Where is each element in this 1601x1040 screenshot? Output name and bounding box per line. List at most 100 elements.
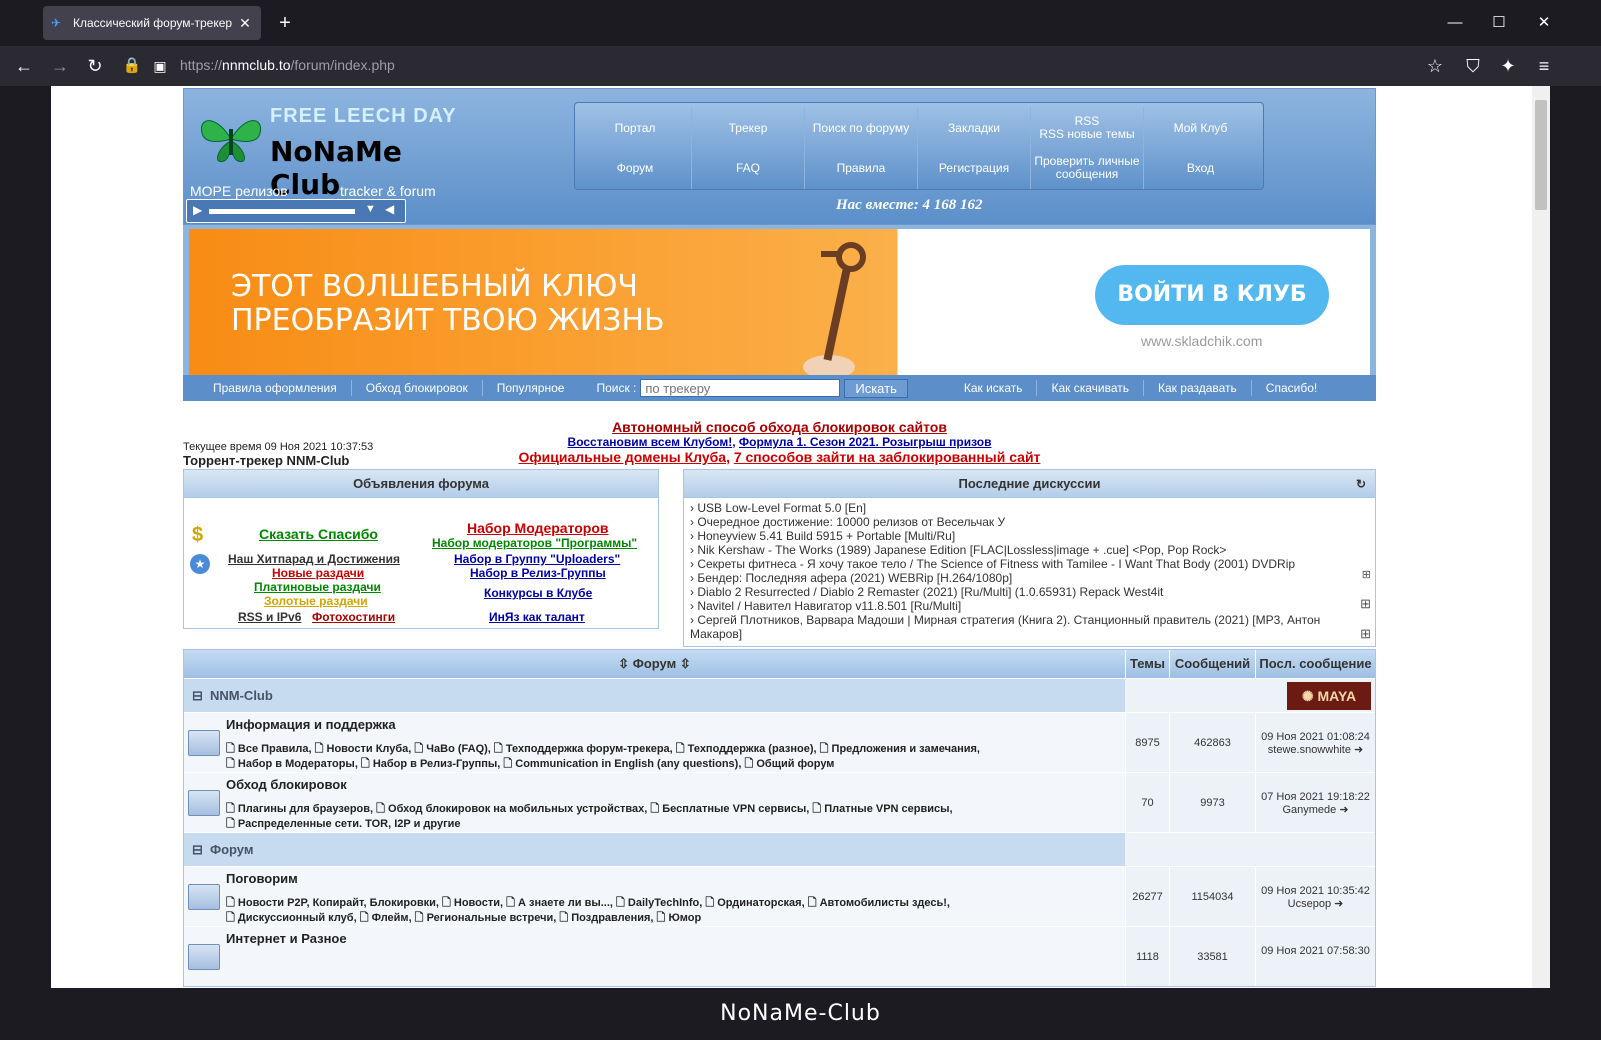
bookmark-star-icon[interactable]: ☆ [1421,52,1449,80]
news-link-domains[interactable]: Официальные домены Клуба [519,449,727,465]
expand-icon[interactable]: ⊞ [1360,596,1371,612]
discussion-item[interactable]: › Diablo 2 Resurrected / Diablo 2 Remast… [690,585,1369,599]
browser-tab[interactable]: ✈ Классический форум-трекер ✕ [43,6,261,40]
menu-how-seed[interactable]: Как раздавать [1144,381,1251,395]
extensions-icon[interactable]: ✦ [1494,52,1522,80]
nav-forum-search[interactable]: Поиск по форуму [805,107,918,149]
nav-my-club[interactable]: Мой Клуб [1144,107,1257,149]
forum-row: Интернет и Разное 1118 33581 09 Ноя 2021… [184,926,1375,986]
link-uploaders[interactable]: Набор в Группу "Uploaders" [454,552,620,566]
back-icon[interactable]: ← [10,52,38,80]
close-tab-icon[interactable]: ✕ [237,15,253,32]
menu-icon[interactable]: ≡ [1530,52,1558,80]
new-tab-button[interactable]: + [272,10,298,36]
category-name[interactable]: Форум [184,833,1125,867]
menu-how-search[interactable]: Как искать [950,381,1037,395]
link-new-releases[interactable]: Новые раздачи [272,566,364,580]
link-platinum[interactable]: Платиновые раздачи [254,580,381,594]
minimize-button[interactable]: — [1433,8,1477,38]
discussion-item[interactable]: › USB Low-Level Format 5.0 [En] [690,501,1369,515]
scroll-thumb[interactable] [1535,100,1547,210]
vertical-scrollbar[interactable] [1532,86,1550,988]
dropdown-icon[interactable]: ▼ [365,203,376,215]
link-mod-recruit[interactable]: Набор Модераторов [467,520,609,536]
nav-bookmarks[interactable]: Закладки [918,107,1031,149]
link-languages[interactable]: ИнЯз как талант [489,610,585,624]
category-row[interactable]: NNM-Club ✺ MAYA [184,678,1375,713]
link-gold[interactable]: Золотые раздачи [264,594,368,608]
search-button[interactable]: Искать [844,378,908,398]
last-post-user[interactable]: Ucsepop [1288,898,1331,910]
discussion-item[interactable]: › Секреты фитнеса - Я хочу такое тело / … [690,557,1369,571]
nav-forum[interactable]: Форум [579,147,692,189]
discussion-item[interactable]: › Navitel / Навител Навигатор v11.8.501 … [690,599,1369,613]
subforum-list[interactable]: 🗋 Плагины для браузеров, 🗋 Обход блокиро… [226,802,1121,832]
link-hitparade[interactable]: Наш Хитпарад и Достижения [228,552,400,566]
link-rss-ipv6[interactable]: RSS и IPv6 [238,610,301,624]
nav-login[interactable]: Вход [1144,147,1257,189]
category-row[interactable]: Форум [184,832,1375,867]
expand-icon[interactable]: ⊞ [1362,568,1371,581]
link-mod-programs[interactable]: Набор модераторов "Программы" [432,536,637,550]
radio-player[interactable]: ▶ ▼ ◀ [186,199,406,223]
shield-icon[interactable]: ⛉ [1459,52,1487,80]
goto-post-icon[interactable]: ➜ [1334,898,1343,910]
discussion-item[interactable]: › Бендер: Последняя афера (2021) WEBRip … [690,571,1369,585]
forum-name[interactable]: Информация и поддержка [226,717,1121,732]
forum-name[interactable]: Поговорим [226,871,1121,886]
subforum-list[interactable]: 🗋 Новости P2P, Копирайт, Блокировки, 🗋 Н… [226,896,1121,926]
discussion-item[interactable]: › Honeyview 5.41 Build 5915 + Portable [… [690,529,1369,543]
enter-club-button[interactable]: ВОЙТИ В КЛУБ [1095,265,1329,325]
maximize-button[interactable]: ☐ [1477,8,1521,38]
posts-count: 33581 [1169,927,1255,986]
reload-icon[interactable]: ↻ [81,52,109,80]
discussion-item[interactable]: › Очередное достижение: 10000 релизов от… [690,515,1369,529]
tracker-title: Торрент-трекер NNM-Club [183,453,350,468]
last-post-user[interactable]: stewe.snowwhite [1268,744,1351,756]
menu-bypass[interactable]: Обход блокировок [352,381,482,395]
expand-icon[interactable]: ⊞ [1360,626,1371,642]
link-say-thanks[interactable]: Сказать Спасибо [259,526,378,542]
category-name[interactable]: NNM-Club [184,679,1125,713]
news-link-7ways[interactable]: 7 способов зайти на заблокированный сайт [734,449,1041,465]
site-logo[interactable]: FREE LEECH DAY NoNaMe Club МОРЕ релизов … [188,99,460,201]
forum-name[interactable]: Обход блокировок [226,777,1121,792]
free-leech-label: FREE LEECH DAY [270,105,457,127]
close-window-button[interactable]: ✕ [1522,8,1566,38]
forum-name[interactable]: Интернет и Разное [226,931,1121,946]
tracker-search-input[interactable] [640,379,841,397]
nav-check-pm[interactable]: Проверить личные сообщения [1031,147,1144,189]
discussion-item[interactable]: › Сергей Плотников, Варвара Мадоши | Мир… [690,613,1369,641]
menu-popular[interactable]: Популярное [483,381,579,395]
nav-rules[interactable]: Правила [805,147,918,189]
volume-slider[interactable] [209,209,355,214]
link-photohosting[interactable]: Фотохостинги [312,610,395,624]
news-link-f1[interactable]: Формула 1. Сезон 2021. Розыгрыш призов [739,435,992,449]
subforum-list[interactable]: 🗋 Все Правила, 🗋 Новости Клуба, 🗋 ЧаВо (… [226,742,1121,772]
menu-how-download[interactable]: Как скачивать [1037,381,1143,395]
ad-banner[interactable]: ЭТОТ ВОЛШЕБНЫЙ КЛЮЧ ПРЕОБРАЗИТ ТВОЮ ЖИЗН… [183,225,1376,375]
play-icon[interactable]: ▶ [193,203,202,217]
menu-rules-format[interactable]: Правила оформления [183,381,351,395]
news-link-restore[interactable]: Восстановим всем Клубом! [568,435,733,449]
forward-icon[interactable]: → [46,52,74,80]
dollar-icon: $ [192,524,204,546]
nav-portal[interactable]: Портал [579,107,692,149]
last-post-user[interactable]: Ganymede [1282,804,1336,816]
url-bar[interactable]: https://nnmclub.to/forum/index.php [180,57,395,73]
lock-icon[interactable]: 🔒 [118,52,146,80]
nav-faq[interactable]: FAQ [692,147,805,189]
page-icon[interactable]: ▣ [146,52,174,80]
nav-register[interactable]: Регистрация [918,147,1031,189]
link-release-groups[interactable]: Набор в Релиз-Группы [470,566,606,580]
nav-tracker[interactable]: Трекер [692,107,805,149]
refresh-icon[interactable]: ↻ [1351,470,1371,498]
nav-rss[interactable]: RSS RSS новые темы [1031,107,1144,149]
link-contests[interactable]: Конкурсы в Клубе [484,586,592,600]
goto-post-icon[interactable]: ➜ [1339,804,1348,816]
menu-thanks[interactable]: Спасибо! [1252,381,1331,395]
discussion-item[interactable]: › Nik Kershaw - The Works (1989) Japanes… [690,543,1369,557]
speaker-icon[interactable]: ◀ [385,202,394,216]
goto-post-icon[interactable]: ➜ [1354,744,1363,756]
news-link-bypass[interactable]: Автономный способ обхода блокировок сайт… [183,419,1376,435]
